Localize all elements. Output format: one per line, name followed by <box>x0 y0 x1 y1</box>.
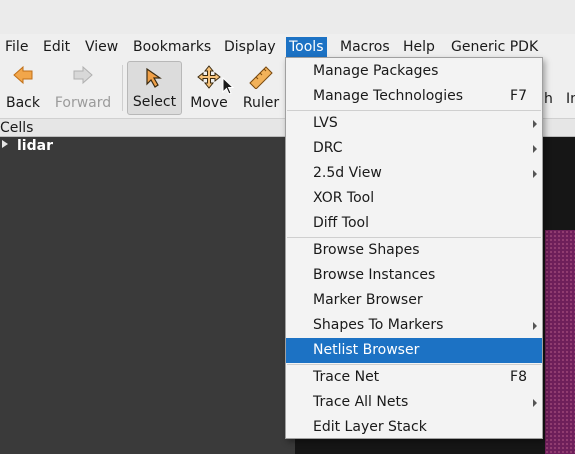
ruler-button[interactable]: Ruler <box>238 61 284 115</box>
menu-item-label: DRC <box>313 140 343 156</box>
menu-item-label: Marker Browser <box>313 292 423 308</box>
menu-item-label: LVS <box>313 115 338 131</box>
ruler-label: Ruler <box>242 95 280 111</box>
back-label: Back <box>6 95 40 111</box>
submenu-arrow-icon <box>533 399 537 407</box>
tools-menu-dropdown: Manage Packages Manage Technologies F7 L… <box>285 57 543 439</box>
select-pointer-icon <box>145 67 162 88</box>
toolbar-separator <box>122 65 123 111</box>
menu-item-label: Manage Packages <box>313 63 439 79</box>
mouse-cursor-icon <box>222 77 234 95</box>
tools-menu-item[interactable]: Shapes To Markers <box>286 313 542 338</box>
shortcut-label: F7 <box>510 88 527 104</box>
forward-label: Forward <box>54 95 112 111</box>
menu-item-label: Netlist Browser <box>313 342 420 358</box>
menu-item-label: 2.5d View <box>313 165 382 181</box>
menu-tools[interactable]: Tools <box>286 37 327 59</box>
menu-item-label: Trace Net <box>313 369 380 385</box>
back-button[interactable]: Back <box>2 61 44 115</box>
cells-panel-title: Cells <box>0 120 34 136</box>
tools-menu-item[interactable]: Manage Packages <box>286 59 542 84</box>
menu-display[interactable]: Display <box>224 37 276 59</box>
menu-item-label: XOR Tool <box>313 190 375 206</box>
cell-tree: lidar <box>0 137 295 454</box>
tools-menu-item[interactable]: LVS <box>286 111 542 136</box>
tools-menu-item[interactable]: Trace Net F8 <box>286 365 542 390</box>
menu-view[interactable]: View <box>85 37 118 59</box>
menu-edit[interactable]: Edit <box>43 37 70 59</box>
menu-item-label: Trace All Nets <box>313 394 409 410</box>
shortcut-label: F8 <box>510 369 527 385</box>
tools-menu-item[interactable]: Trace All Nets <box>286 390 542 415</box>
menu-macros[interactable]: Macros <box>340 37 390 59</box>
move-label: Move <box>190 95 228 111</box>
menu-item-label: Browse Shapes <box>313 242 420 258</box>
ruler-icon <box>249 66 273 89</box>
tools-menu-item[interactable]: XOR Tool <box>286 186 542 211</box>
window-titlebar <box>0 0 575 34</box>
tools-menu-item[interactable]: Diff Tool <box>286 211 542 236</box>
submenu-arrow-icon <box>533 120 537 128</box>
menu-item-label: Shapes To Markers <box>313 317 444 333</box>
menu-bookmarks[interactable]: Bookmarks <box>133 37 211 59</box>
menu-file[interactable]: File <box>5 37 28 59</box>
toolbar-partial-label: h <box>544 91 553 107</box>
expand-arrow-icon[interactable] <box>2 140 8 148</box>
move-cross-icon <box>197 65 221 89</box>
cell-tree-item[interactable]: lidar <box>17 138 53 154</box>
tools-menu-item[interactable]: 2.5d View <box>286 161 542 186</box>
menubar: File Edit View Bookmarks Display Tools M… <box>0 34 575 59</box>
submenu-arrow-icon <box>533 145 537 153</box>
submenu-arrow-icon <box>533 322 537 330</box>
toolbar-partial-label: In <box>566 91 575 107</box>
tools-menu-item-highlighted[interactable]: Netlist Browser <box>286 338 542 363</box>
menu-item-label: Diff Tool <box>313 215 369 231</box>
layout-shape <box>545 230 575 454</box>
menu-help[interactable]: Help <box>403 37 435 59</box>
forward-button[interactable]: Forward <box>50 61 116 115</box>
menu-generic-pdk[interactable]: Generic PDK <box>451 37 538 59</box>
arrow-right-icon <box>73 65 93 85</box>
tools-menu-item[interactable]: Edit Layer Stack <box>286 415 542 440</box>
submenu-arrow-icon <box>533 170 537 178</box>
select-button[interactable]: Select <box>127 61 182 115</box>
menu-item-label: Edit Layer Stack <box>313 419 427 435</box>
tools-menu-item[interactable]: DRC <box>286 136 542 161</box>
tools-menu-item[interactable]: Manage Technologies F7 <box>286 84 542 109</box>
arrow-left-icon <box>13 65 33 85</box>
menu-item-label: Manage Technologies <box>313 88 463 104</box>
menu-item-label: Browse Instances <box>313 267 436 283</box>
tools-menu-item[interactable]: Browse Instances <box>286 263 542 288</box>
tools-menu-item[interactable]: Marker Browser <box>286 288 542 313</box>
tools-menu-item[interactable]: Browse Shapes <box>286 238 542 263</box>
select-label: Select <box>132 94 177 110</box>
